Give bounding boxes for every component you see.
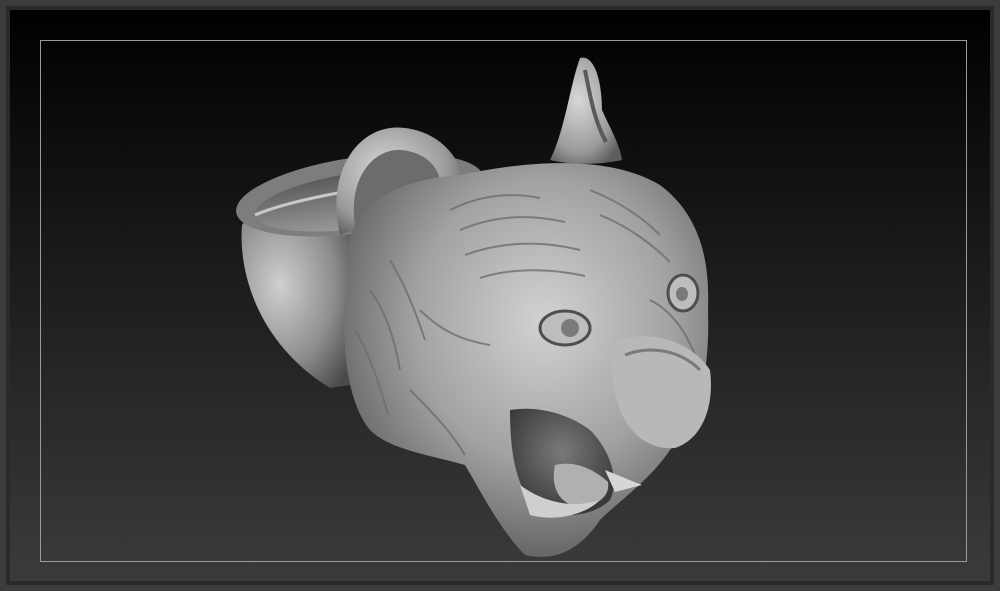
app-window-frame	[0, 0, 1000, 591]
right-ear	[550, 57, 622, 164]
3d-viewport[interactable]	[10, 10, 990, 581]
tiger-head-ring-model[interactable]	[10, 10, 990, 581]
